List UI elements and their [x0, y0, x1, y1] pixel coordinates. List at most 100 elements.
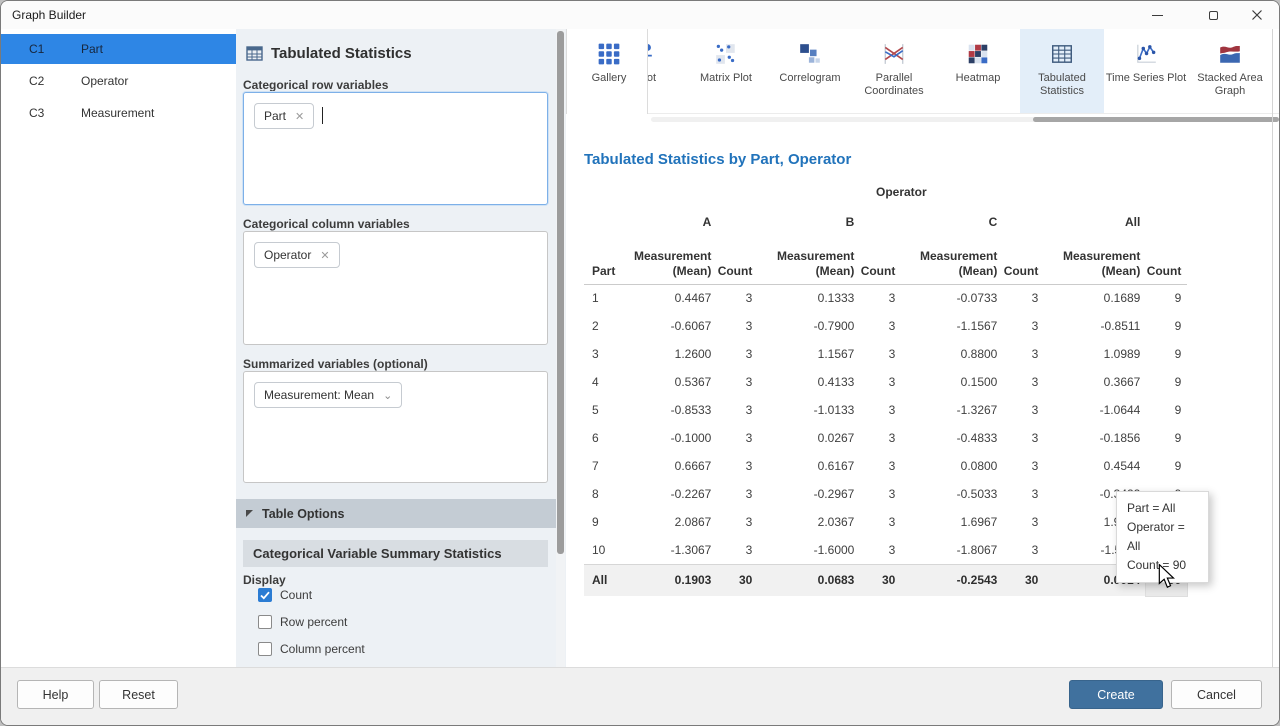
- gallery-grid-icon: [597, 41, 621, 67]
- checkbox-checked-icon[interactable]: [258, 588, 272, 602]
- gallery-item-gallery[interactable]: Gallery: [567, 29, 651, 114]
- column-variables-label: Categorical column variables: [243, 217, 410, 231]
- gallery-item-parallel-coordinates[interactable]: Parallel Coordinates: [852, 29, 936, 114]
- gallery-item-label: Parallel Coordinates: [852, 72, 936, 98]
- column-variables-box[interactable]: Operator ✕: [243, 231, 548, 345]
- minimize-button[interactable]: [1137, 1, 1177, 29]
- gallery-item-e-plot[interactable]: e Plot: [648, 29, 684, 114]
- reset-button[interactable]: Reset: [99, 680, 178, 709]
- group-header-a: A: [615, 205, 717, 239]
- sidebar-item-part[interactable]: C1 Part: [1, 34, 236, 64]
- column-name: Measurement: [81, 106, 154, 120]
- gallery-item-heatmap[interactable]: Heatmap: [936, 29, 1020, 114]
- cancel-button[interactable]: Cancel: [1171, 680, 1262, 709]
- count-header: Count: [1003, 239, 1044, 284]
- help-button[interactable]: Help: [17, 680, 94, 709]
- sidebar-item-measurement[interactable]: C3Measurement: [1, 98, 236, 128]
- config-scrollbar[interactable]: [556, 29, 565, 667]
- table-row-part-10: 10-1.30673-1.60003-1.80673-1.57119: [584, 536, 1187, 564]
- gallery-item-label: Tabulated Statistics: [1020, 72, 1104, 98]
- variable-chip-part[interactable]: Part✕: [254, 103, 314, 129]
- summarized-variables-label: Summarized variables (optional): [243, 357, 428, 371]
- column-name: Operator: [81, 74, 128, 88]
- remove-icon[interactable]: ✕: [320, 249, 329, 262]
- text-caret: [322, 107, 323, 124]
- measurement-mean-header: Measurement(Mean): [615, 239, 717, 284]
- checkbox-row-count[interactable]: Count: [258, 587, 365, 603]
- table-icon: [246, 45, 263, 62]
- column-id: C1: [29, 42, 44, 56]
- config-panel-title-text: Tabulated Statistics: [271, 45, 412, 62]
- summarized-chips: Measurement: Mean ⌄: [254, 382, 402, 399]
- variable-chip-measurement-mean[interactable]: Measurement: Mean ⌄: [254, 382, 402, 408]
- group-header-all: All: [1044, 205, 1146, 239]
- gallery-item-tabulated-statistics[interactable]: Tabulated Statistics: [1020, 29, 1104, 114]
- panel-edge-divider: [1272, 29, 1273, 667]
- checkbox-row-row-percent[interactable]: Row percent: [258, 614, 365, 630]
- remove-icon[interactable]: ✕: [295, 110, 304, 123]
- gallery-scrollbar[interactable]: [651, 117, 1279, 122]
- measurement-mean-header: Measurement(Mean): [901, 239, 1003, 284]
- table-options-label: Table Options: [262, 507, 344, 521]
- row-variables-box[interactable]: Part✕: [243, 92, 548, 205]
- chip-label: Operator: [264, 248, 311, 262]
- chevron-down-icon[interactable]: ⌄: [383, 389, 392, 402]
- output-title: Tabulated Statistics by Part, Operator: [584, 151, 851, 168]
- checkbox-row-column-percent[interactable]: Column percent: [258, 641, 365, 657]
- row-chips: Part✕: [254, 103, 314, 120]
- gallery-item-time-series-plot[interactable]: Time Series Plot: [1104, 29, 1188, 114]
- checkbox-unchecked-icon[interactable]: [258, 642, 272, 656]
- footer-bar: Help Reset Create Cancel: [1, 667, 1280, 726]
- gallery-item-label: Matrix Plot: [700, 72, 752, 85]
- gallery-scroll-area: e Plot Matrix Plot Correlogram Parallel Coo…: [648, 29, 1280, 114]
- count-header: Count: [717, 239, 758, 284]
- sidebar-item-operator[interactable]: C2 Operator: [1, 66, 236, 96]
- checkbox-label: Count: [280, 588, 312, 602]
- maximize-button[interactable]: [1193, 1, 1233, 29]
- stats-table: OperatorABCAllPartMeasurement(Mean)Count…: [584, 179, 1187, 596]
- measurement-mean-header: Measurement(Mean): [758, 239, 860, 284]
- mouse-cursor: [1156, 564, 1178, 595]
- gallery-item-matrix-plot[interactable]: Matrix Plot: [684, 29, 768, 114]
- gallery-strip: e Plot Matrix Plot Correlogram Parallel Coo…: [648, 29, 1280, 114]
- measurement-mean-header: Measurement(Mean): [1044, 239, 1146, 284]
- table-row-part-4: 40.536730.413330.150030.36679: [584, 368, 1187, 396]
- stacked-area-graph-icon: [1218, 41, 1242, 67]
- sidebar-column-list: C1 Part C2 Operator C3Measurement: [1, 29, 236, 128]
- tooltip-line: Part = All: [1127, 499, 1198, 518]
- gallery-item-correlogram[interactable]: Correlogram: [768, 29, 852, 114]
- close-button[interactable]: [1237, 1, 1277, 29]
- gallery-item-label: Correlogram: [779, 72, 840, 85]
- column-name: Part: [81, 42, 103, 56]
- gallery-item-label: Heatmap: [956, 72, 1001, 85]
- checkbox-label: Row percent: [280, 615, 347, 629]
- summary-statistics-header: Categorical Variable Summary Statistics: [243, 540, 548, 567]
- checkbox-label: Column percent: [280, 642, 365, 656]
- table-options-header[interactable]: Table Options: [236, 499, 557, 528]
- count-header: Count: [860, 239, 901, 284]
- table-row-part-8: 8-0.22673-0.29673-0.50333-0.34229: [584, 480, 1187, 508]
- collapse-triangle-icon: [245, 509, 254, 518]
- gallery-item-stacked-area-graph[interactable]: Stacked Area Graph: [1188, 29, 1272, 114]
- gallery-scrollbar-thumb[interactable]: [1033, 117, 1279, 122]
- gallery-item-label: Time Series Plot: [1106, 72, 1186, 85]
- correlogram-icon: [798, 41, 822, 67]
- column-dimension-header: Operator: [615, 179, 1187, 205]
- create-button[interactable]: Create: [1069, 680, 1163, 709]
- config-panel-title: Tabulated Statistics: [246, 45, 412, 62]
- display-label: Display: [243, 573, 286, 587]
- chip-label: Measurement: Mean: [264, 388, 374, 402]
- checkbox-unchecked-icon[interactable]: [258, 615, 272, 629]
- column-chips: Operator ✕: [254, 242, 340, 259]
- config-scrollbar-thumb[interactable]: [557, 31, 564, 554]
- table-row-part-2: 2-0.60673-0.79003-1.15673-0.85119: [584, 312, 1187, 340]
- matrix-plot-icon: [714, 41, 738, 67]
- column-id: C2: [29, 74, 44, 88]
- line-plot-icon: [648, 41, 654, 67]
- sidebar: C1 Part C2 Operator C3Measurement: [1, 29, 236, 667]
- gallery-item-label: e Plot: [648, 72, 656, 85]
- display-options-list: Count Row percent Column percent: [258, 587, 365, 668]
- variable-chip-operator[interactable]: Operator ✕: [254, 242, 340, 268]
- close-icon: [1251, 9, 1263, 21]
- summarized-variables-box[interactable]: Measurement: Mean ⌄: [243, 371, 548, 483]
